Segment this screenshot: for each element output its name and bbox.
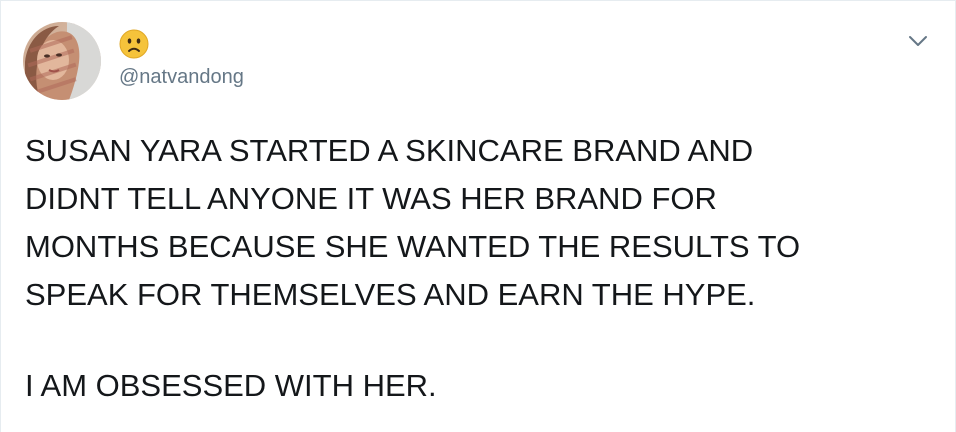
tweet-text-line: DIDNT TELL ANYONE IT WAS HER BRAND FOR: [25, 181, 717, 216]
avatar[interactable]: [23, 22, 101, 100]
tweet-text: SUSAN YARA STARTED A SKINCARE BRAND AND …: [25, 127, 925, 410]
display-name[interactable]: [119, 29, 244, 61]
tweet-text-line: I AM OBSESSED WITH HER.: [25, 368, 437, 403]
chevron-down-icon: [909, 36, 927, 46]
frowning-face-icon: [119, 29, 149, 59]
tweet-card: @natvandong SUSAN YARA STARTED A SKINCAR…: [0, 0, 956, 432]
tweet-text-line: MONTHS BECAUSE SHE WANTED THE RESULTS TO: [25, 229, 801, 264]
tweet-text-line: SUSAN YARA STARTED A SKINCARE BRAND AND: [25, 133, 754, 168]
tweet-menu-button[interactable]: [905, 31, 931, 51]
avatar-photo: [23, 22, 101, 100]
user-info: @natvandong: [119, 29, 244, 89]
tweet-text-line: SPEAK FOR THEMSELVES AND EARN THE HYPE.: [25, 277, 756, 312]
user-handle[interactable]: @natvandong: [119, 65, 244, 89]
